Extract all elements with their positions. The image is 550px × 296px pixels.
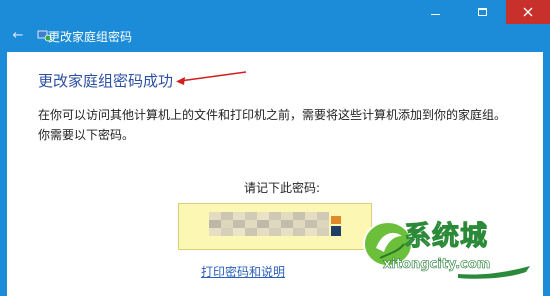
window-title: 更改家庭组密码 [48, 30, 133, 44]
description-text: 在你可以访问其他计算机上的文件和打印机之前，需要将这些计算机添加到你的家庭组。你… [38, 108, 507, 142]
minimize-button[interactable] [412, 0, 458, 24]
close-button[interactable] [506, 0, 550, 24]
minimize-icon [430, 13, 440, 15]
password-display [178, 203, 372, 250]
remember-password-label: 请记下此密码: [244, 181, 321, 195]
watermark-url-text: xitongcity.com [383, 257, 491, 272]
print-password-link[interactable]: 打印密码和说明 [201, 264, 285, 280]
maximize-button[interactable] [459, 0, 505, 24]
back-arrow-icon[interactable]: ← [10, 28, 26, 44]
page-title: 更改家庭组密码成功 [38, 72, 174, 90]
watermark-main-text: 系统城 [404, 221, 488, 253]
maximize-icon [477, 8, 487, 16]
close-icon [523, 7, 533, 17]
annotation-arrow-icon [176, 71, 247, 85]
